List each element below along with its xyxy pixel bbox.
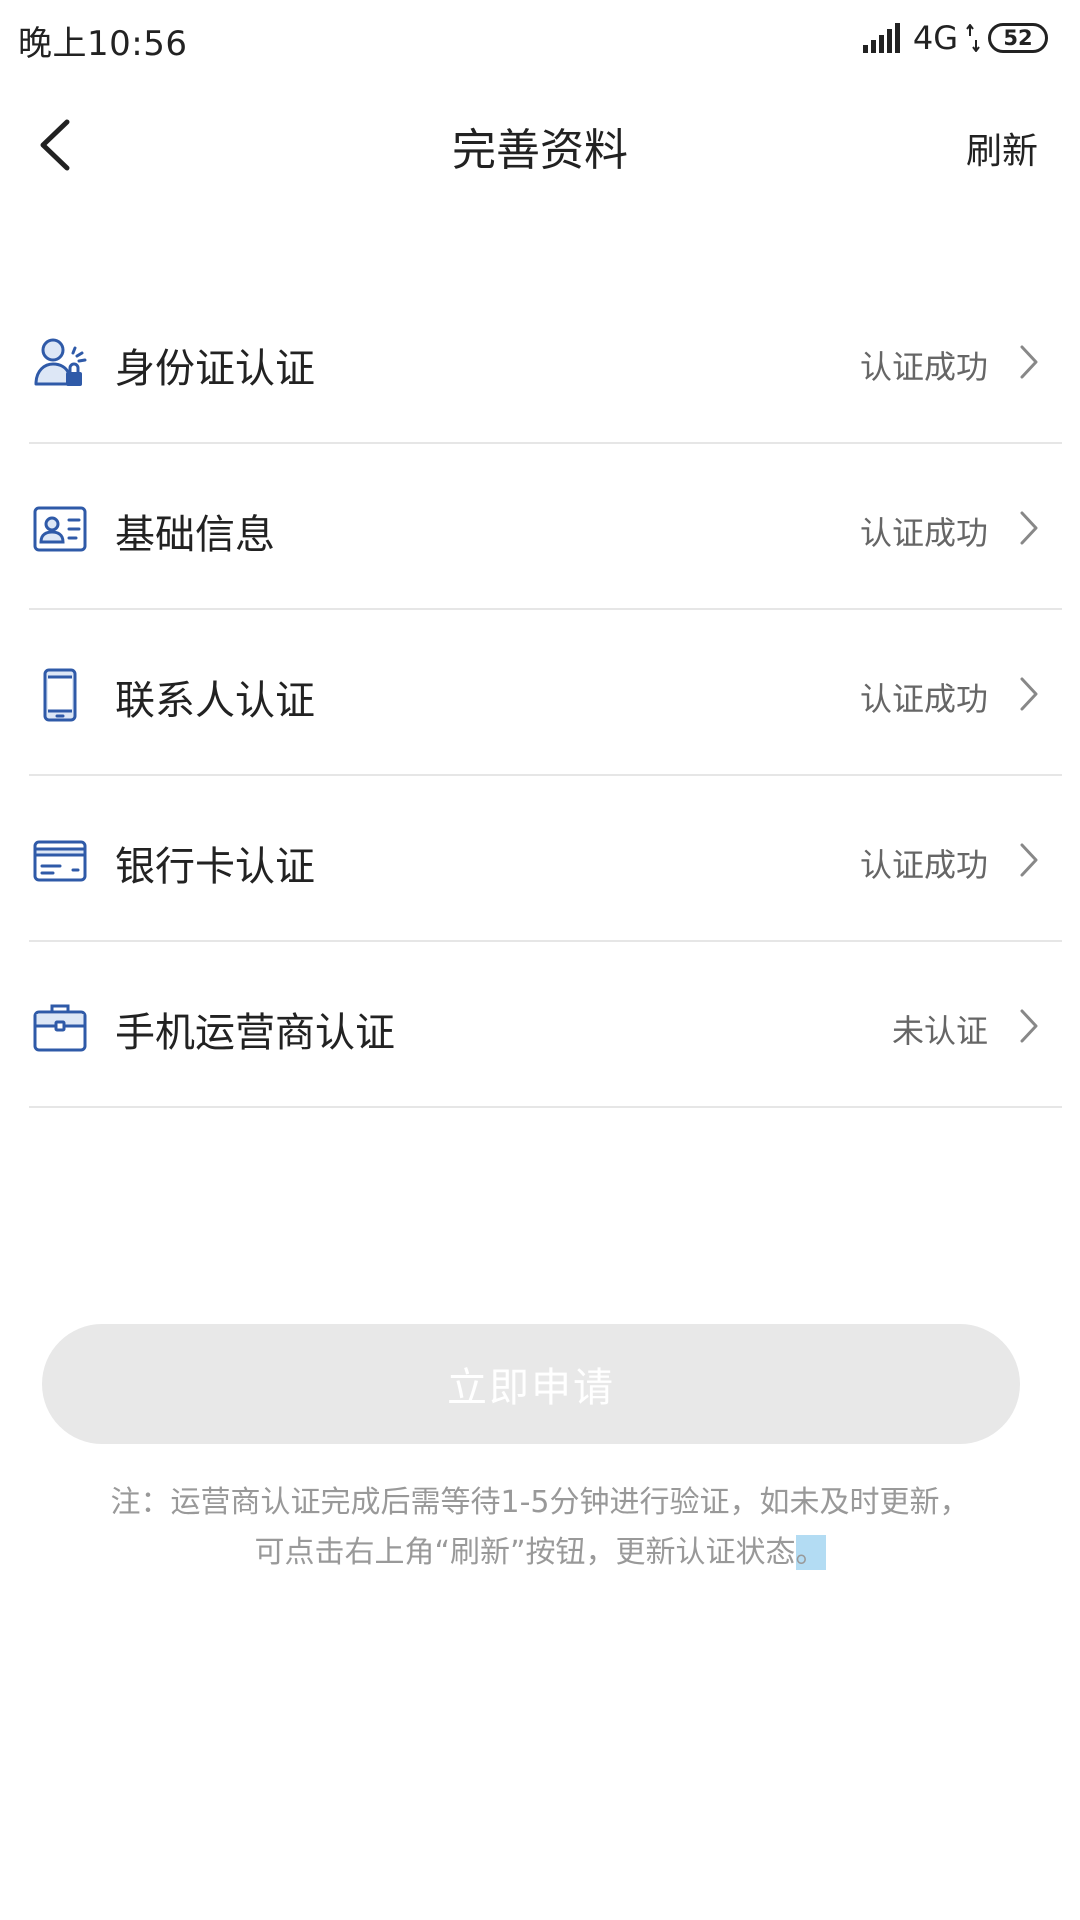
page-title: 完善资料 [452, 125, 628, 176]
bank-card-icon [33, 840, 87, 882]
chevron-right-icon [1020, 843, 1038, 877]
chevron-right-icon [1020, 677, 1038, 711]
item-label: 基础信息 [115, 512, 275, 558]
status-time: 晚上10:56 [18, 24, 188, 64]
apply-button[interactable]: 立即申请 [42, 1324, 1020, 1444]
list-item-contacts[interactable]: 联系人认证 认证成功 [29, 610, 1062, 776]
item-label: 银行卡认证 [115, 844, 315, 890]
list-item-basic-info[interactable]: 基础信息 认证成功 [29, 444, 1062, 610]
item-status: 认证成功 [859, 680, 988, 718]
phone-icon [43, 668, 77, 722]
nav-bar: 完善资料 刷新 [0, 90, 1080, 200]
chevron-right-icon [1020, 1009, 1038, 1043]
chevron-right-icon [1020, 511, 1038, 545]
note-text: 注：运营商认证完成后需等待1-5分钟进行验证，如未及时更新， 可点击右上角“刷新… [40, 1478, 1040, 1578]
data-arrows-icon [966, 24, 980, 52]
profile-card-icon [33, 506, 87, 552]
briefcase-icon [33, 1004, 87, 1052]
chevron-right-icon [1020, 345, 1038, 379]
item-status: 认证成功 [859, 846, 988, 884]
id-person-icon [34, 338, 87, 386]
item-label: 联系人认证 [115, 678, 315, 724]
battery-icon: 52 [988, 23, 1048, 53]
item-label: 身份证认证 [115, 346, 315, 392]
note-line-2-wrap: 可点击右上角“刷新”按钮，更新认证状态。 [40, 1528, 1040, 1578]
list-item-id-card[interactable]: 身份证认证 认证成功 [29, 278, 1062, 444]
item-status: 认证成功 [859, 514, 988, 552]
signal-icon [862, 23, 900, 53]
item-status: 认证成功 [859, 348, 988, 386]
note-line-1: 注：运营商认证完成后需等待1-5分钟进行验证，如未及时更新， [110, 1485, 970, 1520]
item-status: 未认证 [891, 1012, 988, 1050]
verification-list: 身份证认证 认证成功 基础信息 认证成功 联系人认证 认证成功 银行卡认证 认证… [0, 278, 1080, 1108]
note-line-2-end: 。 [795, 1535, 826, 1570]
item-label: 手机运营商认证 [115, 1010, 395, 1056]
page: 晚上10:56 4G 52 完善资料 刷新 身份证认证 认证成功 基础信息 认证… [0, 0, 1080, 1920]
list-item-bank-card[interactable]: 银行卡认证 认证成功 [29, 776, 1062, 942]
refresh-button[interactable]: 刷新 [966, 122, 1038, 174]
battery-level: 52 [1003, 25, 1033, 50]
note-line-2: 可点击右上角“刷新”按钮，更新认证状态 [254, 1535, 796, 1570]
list-item-carrier[interactable]: 手机运营商认证 未认证 [29, 942, 1062, 1108]
apply-button-label: 立即申请 [447, 1366, 615, 1410]
status-bar: 晚上10:56 4G 52 [0, 0, 1080, 75]
network-type: 4G [912, 19, 958, 57]
status-indicators: 4G 52 [862, 18, 1048, 58]
